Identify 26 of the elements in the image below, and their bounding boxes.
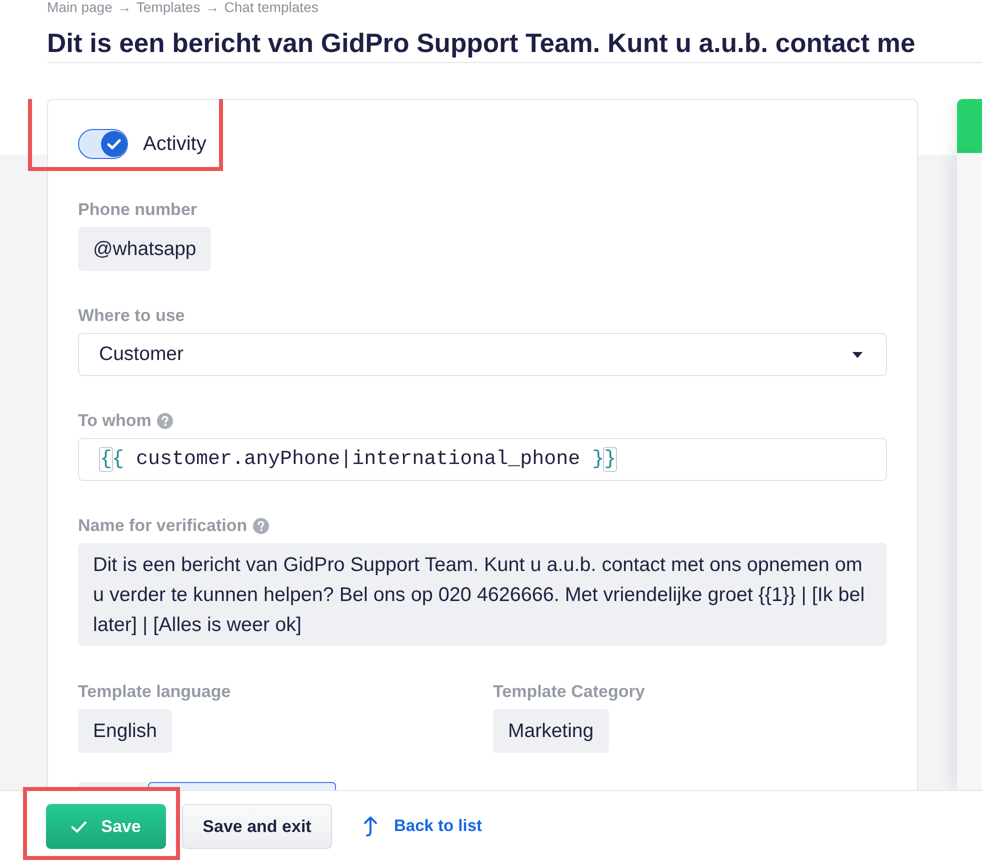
- help-icon[interactable]: [157, 413, 174, 429]
- field-label: To whom: [78, 411, 152, 431]
- secondary-button[interactable]: Save and exit: [182, 804, 332, 849]
- field-label: Phone number: [78, 200, 198, 220]
- up-arrow-icon: [363, 816, 378, 837]
- page-title: Dit is een bericht van GidPro Support Team. Kunt u a.u.b. contact me: [47, 27, 916, 60]
- field-label: Name for verification: [78, 516, 248, 536]
- readonly-field: English: [78, 709, 172, 753]
- breadcrumb-link: Chat templates: [224, 0, 318, 14]
- field-label: Template language: [78, 682, 231, 702]
- toggle-label: Activity: [143, 132, 206, 156]
- dropdown-select[interactable]: Customer: [78, 333, 887, 376]
- check-icon: [71, 820, 88, 832]
- field-label: Where to use: [78, 306, 185, 326]
- caret-icon: [852, 352, 863, 358]
- readonly-field: Marketing: [493, 709, 609, 753]
- readonly-text-field[interactable]: Dit is een bericht van GidPro Support Team. Kunt u a.u.b. contact met ons opnemen om u verder te kunnen helpen? Bel ons op 020 4626666. Met vriendelijke groet {{1}} | [Ik bel later] | [Alles is weer ok]: [78, 543, 887, 646]
- readonly-field: @whatsapp: [78, 227, 212, 271]
- link-button[interactable]: Back to list: [363, 812, 482, 842]
- code-input-field[interactable]: {{ customer.anyPhone|international_phone }}: [78, 438, 887, 481]
- check-icon: [100, 131, 126, 157]
- breadcrumb-separator: →: [205, 0, 220, 14]
- breadcrumb-separator: →: [117, 0, 132, 14]
- toggle-switch[interactable]: [78, 129, 128, 159]
- help-icon[interactable]: [253, 518, 270, 534]
- field-label: Template Category: [493, 682, 645, 702]
